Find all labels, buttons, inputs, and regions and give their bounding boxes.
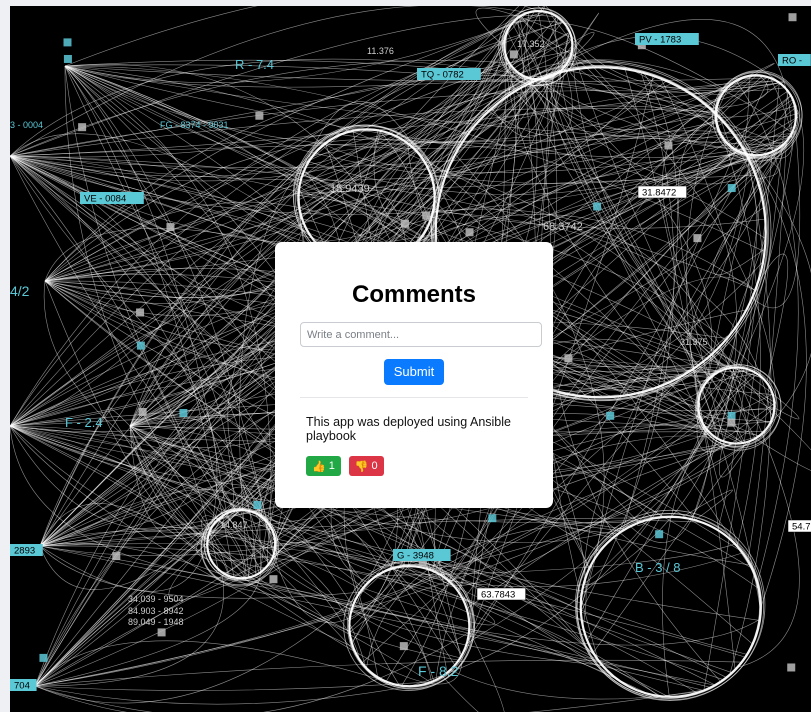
submit-button[interactable]: Submit <box>383 359 445 385</box>
plain-label: 14.847 <box>220 520 248 530</box>
page-title: Comments <box>351 281 477 308</box>
like-button[interactable]: 👍 1 <box>306 456 341 476</box>
svg-text:54.7: 54.7 <box>792 522 811 533</box>
submit-row: Submit <box>286 359 542 385</box>
svg-text:VE - 0084: VE - 0084 <box>84 194 126 205</box>
svg-text:63.7843: 63.7843 <box>481 590 515 601</box>
plain-label: FG - 8374 - 9031 <box>160 120 229 130</box>
white-boxed-label: 63.7843 <box>476 587 526 601</box>
svg-text:PV - 1783: PV - 1783 <box>639 35 681 46</box>
boxed-label: G - 3948 <box>393 549 451 562</box>
divider <box>300 397 528 398</box>
svg-text:2893: 2893 <box>14 546 35 557</box>
thumbs-down-icon: 👎 <box>354 460 369 473</box>
svg-text:31.8472: 31.8472 <box>642 188 676 199</box>
plain-label: 4/2 <box>10 283 30 299</box>
svg-text:704: 704 <box>14 681 30 692</box>
background-artwork: TQ - 0782 PV - 1783 VE - 0084 G - 3948 RO - 2… <box>10 6 811 712</box>
white-boxed-label: 54.7 <box>787 519 811 533</box>
boxed-label: RO - <box>778 54 811 67</box>
plain-label: F - 8.2 <box>418 663 459 679</box>
boxed-label: PV - 1783 <box>635 33 699 46</box>
comment-text: This app was deployed using Ansible play… <box>306 415 511 443</box>
plain-label: 3 - 0004 <box>10 120 43 130</box>
plain-label: 68.3742 <box>543 221 583 233</box>
boxed-label: TQ - 0782 <box>417 68 481 81</box>
plain-label: R - 7.4 <box>235 57 274 72</box>
plain-label: 31.375 <box>680 337 708 347</box>
thumbs-up-icon: 👍 <box>312 460 326 473</box>
white-boxed-label: 31.8472 <box>637 185 687 199</box>
plain-label: 11.376 <box>367 46 394 56</box>
comment-input[interactable] <box>300 322 542 347</box>
vote-row: 👍 1 👎 0 <box>306 456 542 476</box>
boxed-label: 2893 <box>10 544 43 557</box>
plain-label: B - 3 / 8 <box>635 560 681 575</box>
svg-text:RO -: RO - <box>782 56 802 67</box>
like-count: 1 <box>328 460 335 472</box>
plain-label: 84.903 - 8942 <box>128 606 184 616</box>
plain-label: 15.9439 <box>330 183 370 195</box>
plain-label: 17.352 <box>517 39 545 49</box>
dislike-button[interactable]: 👎 0 <box>348 456 384 476</box>
svg-text:G - 3948: G - 3948 <box>397 551 434 562</box>
plain-label: 89.049 - 1948 <box>128 617 184 627</box>
dislike-count: 0 <box>371 460 378 472</box>
plain-label: 34.039 - 9504 <box>128 594 184 604</box>
comments-card: Comments Submit This app was deployed us… <box>275 242 553 508</box>
boxed-label: VE - 0084 <box>80 192 144 205</box>
boxed-label: 704 <box>10 679 37 692</box>
plain-label: F - 2.4 <box>65 415 103 430</box>
svg-text:TQ - 0782: TQ - 0782 <box>421 70 464 81</box>
